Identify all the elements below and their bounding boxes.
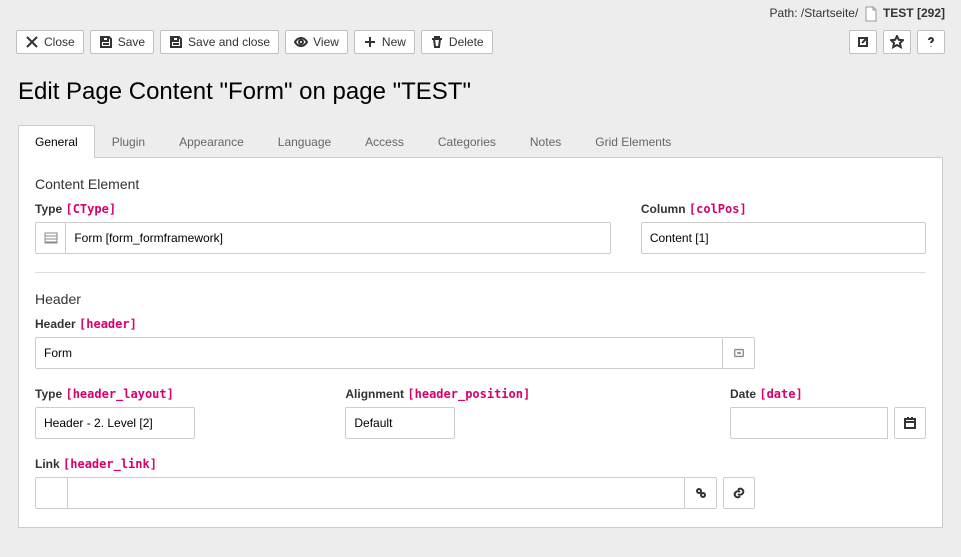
tab-appearance[interactable]: Appearance — [162, 125, 261, 158]
breadcrumb-page: TEST — [883, 6, 914, 20]
label-date: Date [date] — [730, 387, 926, 401]
plus-icon — [363, 35, 377, 49]
tabs: General Plugin Appearance Language Acces… — [18, 124, 943, 158]
question-icon — [924, 35, 938, 49]
toggle-icon — [694, 486, 708, 500]
tech-colpos: [colPos] — [689, 202, 747, 216]
bookmark-button[interactable] — [883, 30, 911, 54]
save-close-icon — [169, 35, 183, 49]
trash-icon — [430, 35, 444, 49]
link-icon — [732, 486, 746, 500]
link-toggle-button[interactable] — [685, 477, 717, 509]
save-icon — [99, 35, 113, 49]
view-button[interactable]: View — [285, 30, 348, 54]
calendar-icon — [903, 416, 917, 430]
tech-header: [header] — [79, 317, 137, 331]
label-header: Header [header] — [35, 317, 926, 331]
label-header-layout: Type [header_layout] — [35, 387, 195, 401]
external-link-icon — [856, 35, 870, 49]
new-button[interactable]: New — [354, 30, 415, 54]
breadcrumb: Path: /Startseite/ TEST [292] — [0, 0, 961, 26]
tab-general[interactable]: General — [18, 125, 95, 158]
path-label: Path: — [770, 6, 798, 20]
tab-access[interactable]: Access — [348, 125, 421, 158]
date-input[interactable] — [730, 407, 888, 439]
save-and-close-button[interactable]: Save and close — [160, 30, 279, 54]
colpos-select[interactable]: Content [1] — [641, 222, 926, 254]
tech-header-position: [header_position] — [407, 387, 530, 401]
label-header-link: Link [header_link] — [35, 457, 926, 471]
header-input[interactable] — [35, 337, 723, 369]
tab-grid-elements[interactable]: Grid Elements — [578, 125, 688, 158]
tab-language[interactable]: Language — [261, 125, 348, 158]
tech-date: [date] — [759, 387, 802, 401]
close-icon — [25, 35, 39, 49]
tab-categories[interactable]: Categories — [421, 125, 513, 158]
ctype-select[interactable]: Form [form_formframework] — [65, 222, 611, 254]
tab-plugin[interactable]: Plugin — [95, 125, 162, 158]
label-ctype: Type [CType] — [35, 202, 611, 216]
tech-ctype: [CType] — [65, 202, 116, 216]
save-button[interactable]: Save — [90, 30, 154, 54]
divider — [35, 272, 926, 273]
breadcrumb-root[interactable]: /Startseite/ — [801, 6, 858, 20]
tech-header-layout: [header_layout] — [65, 387, 173, 401]
header-link-input[interactable] — [67, 477, 685, 509]
delete-button[interactable]: Delete — [421, 30, 493, 54]
page-title: Edit Page Content "Form" on page "TEST" — [0, 64, 961, 124]
tab-notes[interactable]: Notes — [513, 125, 578, 158]
toolbar: Close Save Save and close View New Delet… — [0, 26, 961, 64]
label-colpos: Column [colPos] — [641, 202, 926, 216]
label-header-position: Alignment [header_position] — [345, 387, 612, 401]
star-icon — [890, 35, 904, 49]
section-title-header: Header — [35, 291, 926, 307]
tech-header-link: [header_link] — [63, 457, 157, 471]
eye-icon — [294, 35, 308, 49]
link-prefix — [35, 477, 67, 509]
date-picker-button[interactable] — [894, 407, 926, 439]
ctype-icon — [35, 222, 65, 254]
breadcrumb-uid: [292] — [917, 6, 945, 20]
section-title-content-element: Content Element — [35, 176, 926, 192]
header-clear-button[interactable] — [723, 337, 755, 369]
close-button[interactable]: Close — [16, 30, 84, 54]
page-icon — [864, 6, 878, 22]
open-new-window-button[interactable] — [849, 30, 877, 54]
link-browser-button[interactable] — [723, 477, 755, 509]
header-position-select[interactable]: Default — [345, 407, 455, 439]
tab-panel-general: Content Element Type [CType] Form [form_… — [18, 158, 943, 528]
header-layout-select[interactable]: Header - 2. Level [2] — [35, 407, 195, 439]
help-button[interactable] — [917, 30, 945, 54]
